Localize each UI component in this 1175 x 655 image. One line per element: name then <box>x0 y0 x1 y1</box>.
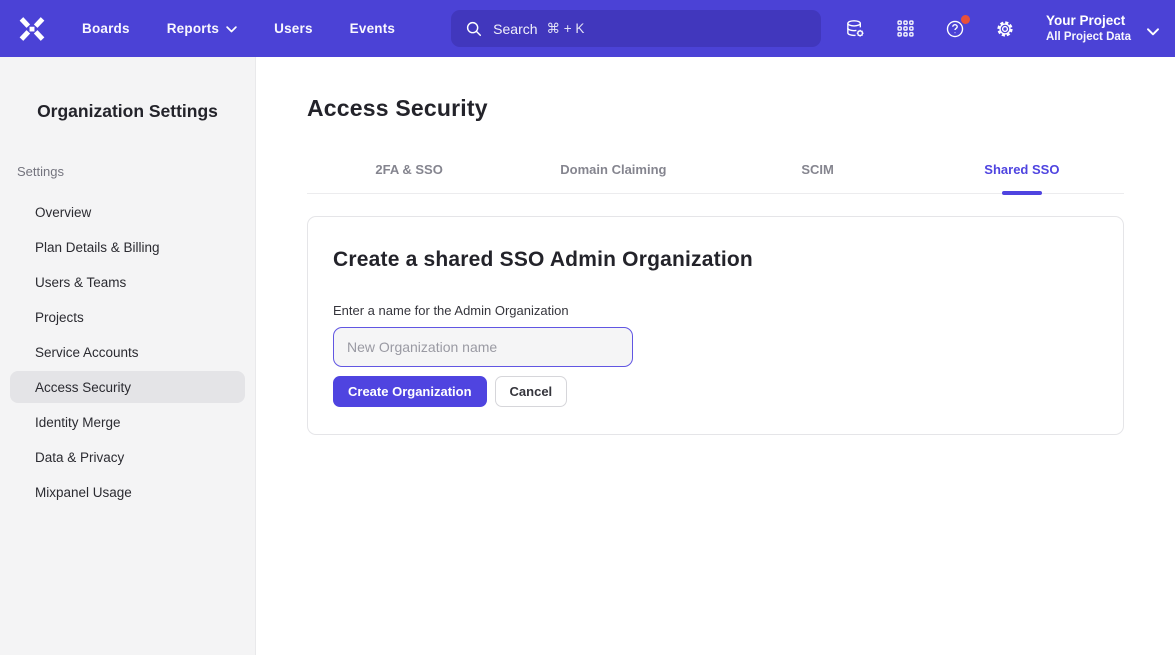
settings-sidebar: Organization Settings Settings Overview … <box>0 57 256 655</box>
org-name-field-label: Enter a name for the Admin Organization <box>333 303 1098 318</box>
nav-item-events-label: Events <box>350 21 395 36</box>
nav-links: Boards Reports Users Events <box>82 21 395 36</box>
search-input[interactable]: Search ⌘ + K <box>451 10 821 47</box>
project-name: Your Project <box>1046 13 1131 29</box>
search-placeholder: Search <box>493 21 537 37</box>
main-content: Access Security 2FA & SSO Domain Claimin… <box>256 57 1175 655</box>
nav-item-reports[interactable]: Reports <box>167 21 237 36</box>
cancel-button[interactable]: Cancel <box>495 376 568 407</box>
notification-badge <box>961 15 970 24</box>
project-subtitle: All Project Data <box>1046 31 1131 45</box>
sidebar-item-data-privacy[interactable]: Data & Privacy <box>10 441 245 473</box>
button-row: Create Organization Cancel <box>333 376 1098 407</box>
create-admin-org-card: Create a shared SSO Admin Organization E… <box>307 216 1124 435</box>
sidebar-item-projects[interactable]: Projects <box>10 301 245 333</box>
mixpanel-logo-icon[interactable] <box>18 16 46 42</box>
sidebar-item-plan-details-billing[interactable]: Plan Details & Billing <box>10 231 245 263</box>
help-icon[interactable] <box>944 18 966 40</box>
nav-item-events[interactable]: Events <box>350 21 395 36</box>
project-names: Your Project All Project Data <box>1046 13 1131 45</box>
tab-domain-claiming[interactable]: Domain Claiming <box>511 148 715 193</box>
tab-shared-sso[interactable]: Shared SSO <box>920 148 1124 193</box>
chevron-down-icon <box>226 26 237 33</box>
nav-right-icons <box>844 18 1016 40</box>
tab-scim[interactable]: SCIM <box>716 148 920 193</box>
sidebar-item-identity-merge[interactable]: Identity Merge <box>10 406 245 438</box>
sidebar-item-overview[interactable]: Overview <box>10 196 245 228</box>
nav-item-reports-label: Reports <box>167 21 219 36</box>
nav-item-boards-label: Boards <box>82 21 130 36</box>
top-nav: Boards Reports Users Events <box>0 0 1175 57</box>
tab-2fa-sso[interactable]: 2FA & SSO <box>307 148 511 193</box>
sidebar-item-users-teams[interactable]: Users & Teams <box>10 266 245 298</box>
tab-bar: 2FA & SSO Domain Claiming SCIM Shared SS… <box>307 148 1124 194</box>
project-switcher[interactable]: Your Project All Project Data <box>1046 13 1159 45</box>
org-name-input[interactable] <box>333 327 633 367</box>
sidebar-item-mixpanel-usage[interactable]: Mixpanel Usage <box>10 476 245 508</box>
sidebar-title: Organization Settings <box>0 101 255 122</box>
nav-item-users-label: Users <box>274 21 313 36</box>
search-shortcut: ⌘ + K <box>547 21 585 37</box>
sidebar-item-service-accounts[interactable]: Service Accounts <box>10 336 245 368</box>
nav-item-boards[interactable]: Boards <box>82 21 130 36</box>
data-management-icon[interactable] <box>844 18 866 40</box>
app-window: Boards Reports Users Events <box>0 0 1175 655</box>
sidebar-section-label: Settings <box>0 164 255 179</box>
search-icon <box>465 20 483 38</box>
chevron-down-icon <box>1147 23 1159 41</box>
card-title: Create a shared SSO Admin Organization <box>333 248 1098 272</box>
create-organization-button[interactable]: Create Organization <box>333 376 487 407</box>
page-title: Access Security <box>307 95 1124 122</box>
apps-grid-icon[interactable] <box>894 18 916 40</box>
sidebar-item-access-security[interactable]: Access Security <box>10 371 245 403</box>
nav-item-users[interactable]: Users <box>274 21 313 36</box>
settings-gear-icon[interactable] <box>994 18 1016 40</box>
